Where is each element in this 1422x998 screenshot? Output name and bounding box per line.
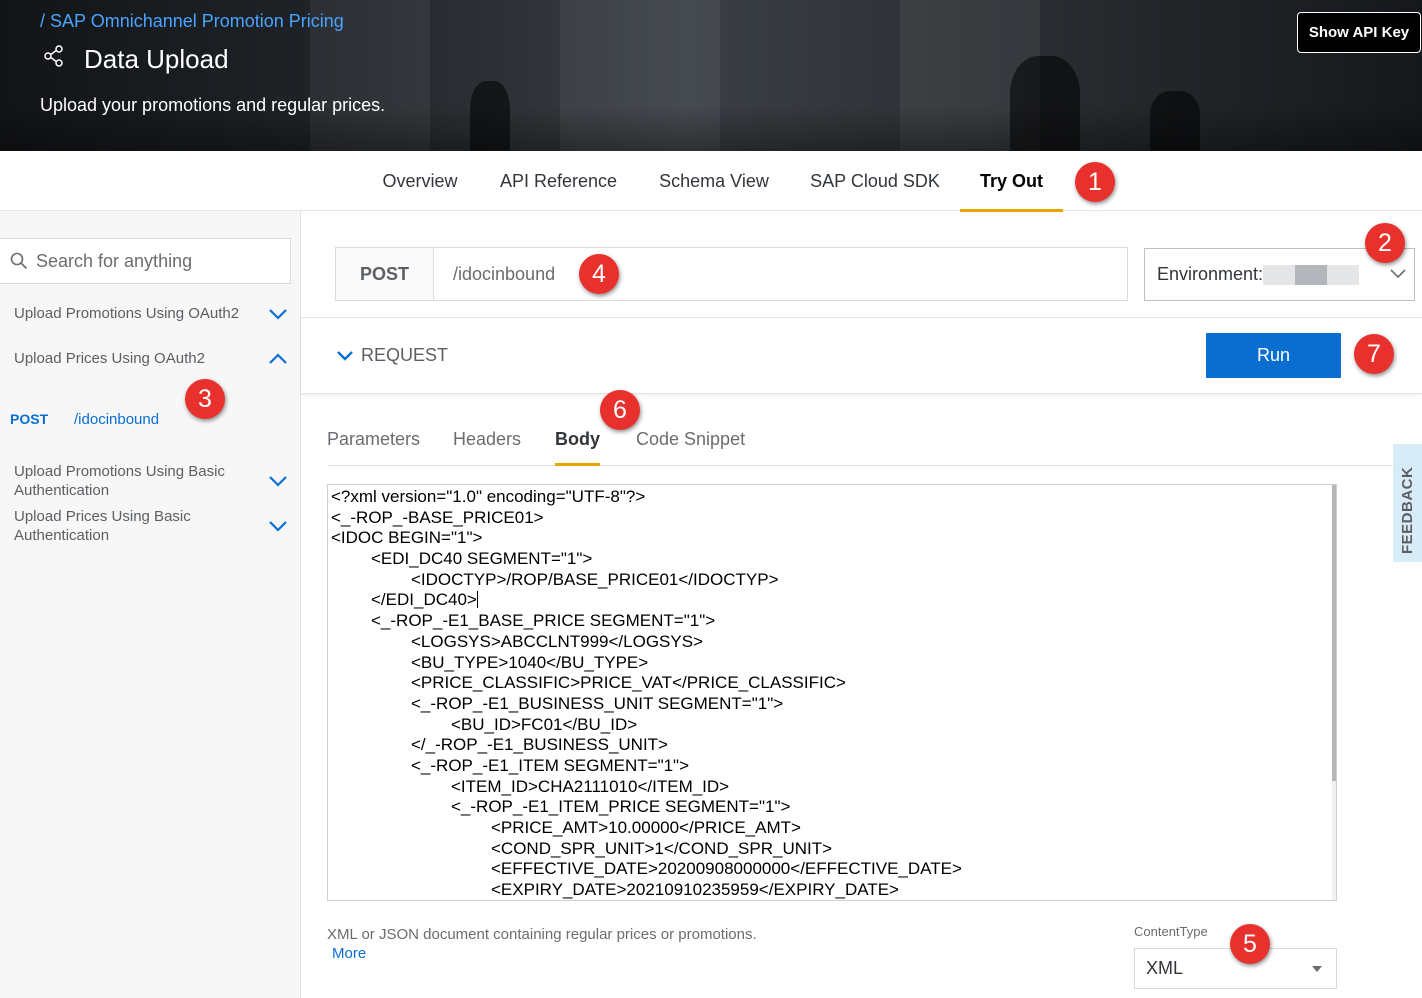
- environment-value-redacted: [1327, 265, 1359, 285]
- code-line: </_-ROP_-E1_BUSINESS_UNIT>: [411, 735, 668, 755]
- code-line: <_-ROP_-E1_ITEM_PRICE SEGMENT="1">: [451, 797, 791, 817]
- sidebar-item-label: Upload Promotions Using OAuth2: [14, 305, 240, 322]
- annotation-badge: 4: [579, 254, 619, 294]
- endpoint-bar: POST /idocinbound: [335, 247, 1128, 301]
- annotation-badge: 7: [1354, 334, 1394, 374]
- sidebar: Upload Promotions Using OAuth2 Upload Pr…: [0, 211, 301, 998]
- request-tabs: Parameters Headers Body Code Snippet: [327, 415, 1422, 466]
- editor-scrollbar-thumb[interactable]: [1332, 485, 1336, 781]
- sidebar-item-upload-promotions-basic[interactable]: Upload Promotions Using Basic Authentica…: [14, 462, 294, 500]
- sidebar-item-upload-prices-basic[interactable]: Upload Prices Using Basic Authentication: [14, 507, 294, 545]
- annotation-badge: 3: [185, 379, 225, 419]
- tab-schema-view[interactable]: Schema View: [651, 151, 777, 211]
- tab-body[interactable]: Body: [555, 415, 600, 466]
- chevron-down-icon[interactable]: [1390, 269, 1406, 279]
- code-line: <EDI_DC40 SEGMENT="1">: [371, 549, 593, 569]
- environment-value-redacted: [1263, 265, 1295, 285]
- chevron-down-icon[interactable]: [268, 520, 288, 532]
- code-line: <ITEM_ID>CHA2111010</ITEM_ID>: [451, 776, 730, 796]
- code-line: <PRICE_CLASSIFIC>PRICE_VAT</PRICE_CLASSI…: [411, 673, 846, 693]
- feedback-tab[interactable]: FEEDBACK: [1393, 444, 1422, 562]
- tab-parameters[interactable]: Parameters: [327, 415, 420, 465]
- body-editor[interactable]: <?xml version="1.0" encoding="UTF-8"?> <_…: [327, 484, 1337, 901]
- sidebar-item-label: Upload Prices Using Basic Authentication: [14, 508, 191, 544]
- caret-down-icon: [1312, 966, 1322, 972]
- code-line: <IDOC BEGIN="1">: [331, 528, 483, 548]
- search-input[interactable]: [36, 239, 286, 283]
- tab-api-reference[interactable]: API Reference: [492, 151, 625, 211]
- text-cursor: [476, 591, 478, 609]
- page-subtitle: Upload your promotions and regular price…: [40, 95, 386, 115]
- code-line: <_-ROP_-BASE_PRICE01>: [331, 507, 544, 527]
- tab-try-out[interactable]: Try Out: [960, 151, 1063, 212]
- content-type-value: XML: [1146, 958, 1184, 978]
- request-toggle[interactable]: REQUEST: [337, 318, 448, 393]
- more-link[interactable]: More: [332, 945, 366, 962]
- search-icon: [10, 252, 28, 270]
- sidebar-endpoint-link[interactable]: POST /idocinbound: [10, 411, 159, 428]
- feedback-label: FEEDBACK: [1399, 466, 1416, 554]
- page-title: Data Upload: [84, 44, 229, 74]
- chevron-up-icon[interactable]: [268, 352, 288, 365]
- app-root: / SAP Omnichannel Promotion Pricing Data…: [0, 0, 1422, 998]
- endpoint-method-label: POST: [10, 411, 49, 427]
- sidebar-item-upload-prices-oauth2[interactable]: Upload Prices Using OAuth2: [14, 349, 294, 368]
- sidebar-item-label: Upload Prices Using OAuth2: [14, 350, 205, 367]
- chevron-down-icon[interactable]: [268, 475, 288, 487]
- code-line: <EFFECTIVE_DATE>20200908000000</EFFECTIV…: [491, 859, 962, 879]
- annotation-badge: 2: [1365, 223, 1405, 263]
- header-banner: / SAP Omnichannel Promotion Pricing Data…: [0, 0, 1422, 151]
- chevron-down-icon[interactable]: [268, 308, 288, 320]
- main-tabs: Overview API Reference Schema View SAP C…: [0, 151, 1422, 212]
- code-line: <_-ROP_-E1_ITEM SEGMENT="1">: [411, 755, 690, 775]
- annotation-badge: 6: [600, 390, 640, 430]
- request-label: REQUEST: [361, 345, 449, 365]
- sidebar-item-label: Upload Promotions Using Basic Authentica…: [14, 463, 225, 499]
- content-type-label: ContentType: [1134, 924, 1208, 939]
- annotation-badge: 5: [1230, 924, 1270, 964]
- endpoint-path: /idocinbound: [453, 264, 556, 284]
- annotation-badge: 1: [1075, 162, 1115, 202]
- code-line: <_-ROP_-E1_BASE_PRICE SEGMENT="1">: [371, 611, 716, 631]
- tab-sap-cloud-sdk[interactable]: SAP Cloud SDK: [803, 151, 947, 211]
- breadcrumb[interactable]: / SAP Omnichannel Promotion Pricing: [40, 11, 344, 32]
- code-line: <COND_SPR_UNIT>1</COND_SPR_UNIT>: [491, 838, 833, 858]
- code-line: <LOGSYS>ABCCLNT999</LOGSYS>: [411, 631, 703, 651]
- tab-headers[interactable]: Headers: [453, 415, 521, 465]
- code-line: <BU_TYPE>1040</BU_TYPE>: [411, 652, 649, 672]
- chevron-down-icon: [337, 351, 353, 361]
- code-line: <EXPIRY_DATE>20210910235959</EXPIRY_DATE…: [491, 880, 899, 900]
- search-box: [0, 238, 291, 284]
- body-description: XML or JSON document containing regular …: [327, 926, 757, 943]
- code-line: <PRICE_AMT>10.00000</PRICE_AMT>: [491, 818, 801, 837]
- code-line: </EDI_DC40>: [371, 590, 478, 610]
- endpoint-path-label: /idocinbound: [74, 411, 160, 428]
- code-line: <_-ROP_-E1_BUSINESS_UNIT SEGMENT="1">: [411, 693, 784, 713]
- code-line: <BU_ID>FC01</BU_ID>: [451, 714, 638, 734]
- environment-label: Environment:: [1157, 264, 1264, 284]
- show-api-key-button[interactable]: Show API Key: [1297, 12, 1421, 53]
- code-line: <?xml version="1.0" encoding="UTF-8"?>: [331, 487, 646, 506]
- sidebar-item-upload-promotions-oauth2[interactable]: Upload Promotions Using OAuth2: [14, 304, 294, 323]
- http-method: POST: [336, 248, 434, 300]
- share-icon[interactable]: [43, 45, 65, 67]
- run-button[interactable]: Run: [1206, 333, 1341, 378]
- code-line: <IDOCTYP>/ROP/BASE_PRICE01</IDOCTYP>: [411, 569, 779, 589]
- environment-value-redacted: [1295, 265, 1327, 285]
- body-code: <?xml version="1.0" encoding="UTF-8"?> <_…: [331, 487, 1321, 900]
- tab-overview[interactable]: Overview: [374, 151, 466, 211]
- tab-code-snippet[interactable]: Code Snippet: [636, 415, 745, 465]
